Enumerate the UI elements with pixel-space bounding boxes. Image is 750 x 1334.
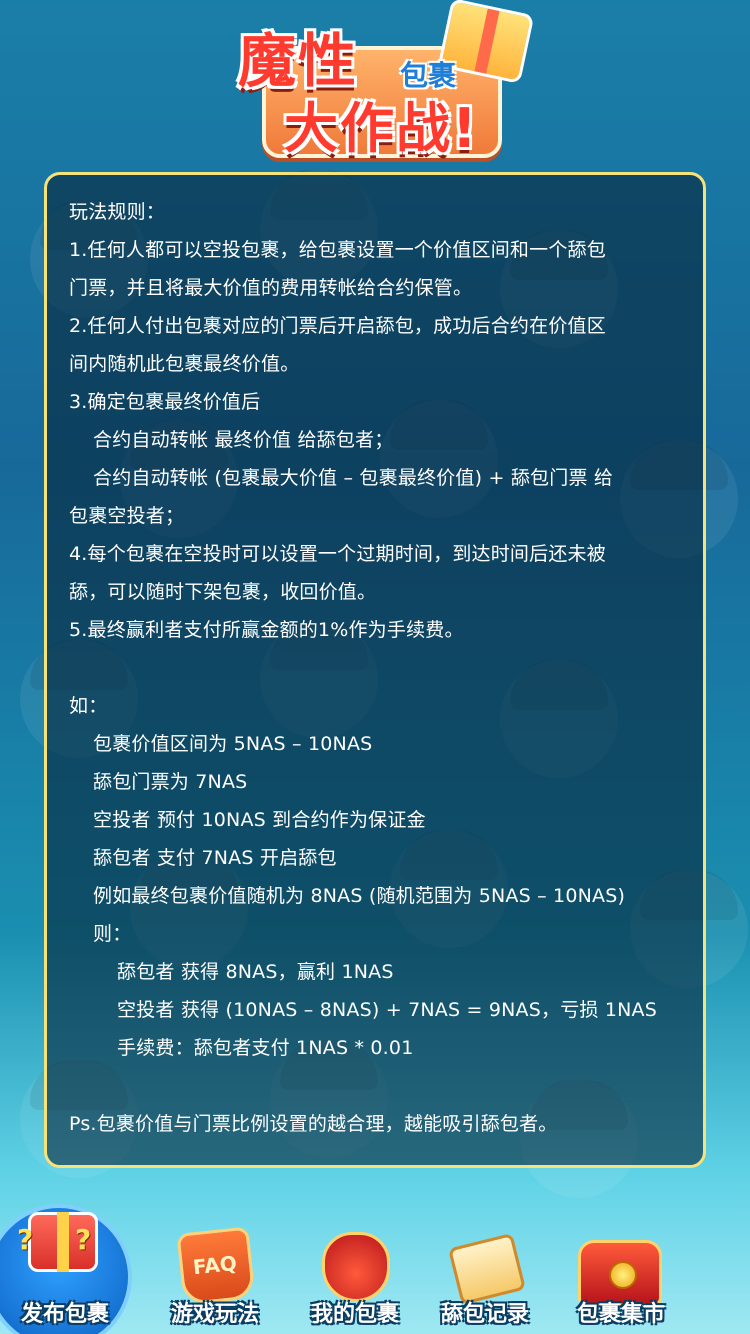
rules-line: 包裹空投者；	[69, 505, 185, 527]
rules-line: 舔包者 支付 7NAS 开启舔包	[93, 847, 337, 869]
lucky-bag-icon	[314, 1222, 394, 1302]
logo-title-second: 大作战!	[284, 97, 479, 160]
rules-line: 5.最终赢利者支付所赢金额的1%作为手续费。	[69, 619, 464, 641]
bottom-nav: ? ? 发布包裹 FAQ 游戏玩法 我的包裹 舔包记录 包裹集市	[0, 1196, 750, 1334]
rules-line: 间内随机此包裹最终价值。	[69, 353, 300, 375]
nav-label: 游戏玩法	[170, 1302, 259, 1327]
nav-package-market[interactable]: 包裹集市	[556, 1196, 686, 1334]
faq-flag-icon: FAQ	[176, 1226, 256, 1306]
rules-spacer	[69, 1067, 681, 1105]
rules-line: 合约自动转帐 最终价值 给舔包者；	[93, 429, 394, 451]
game-logo: 魔性 包裹 大作战!	[232, 0, 535, 162]
rules-line: 包裹价值区间为 5NAS – 10NAS	[93, 733, 373, 755]
rules-spacer	[69, 649, 681, 687]
rules-line: Ps.包裹价值与门票比例设置的越合理，越能吸引舔包者。	[69, 1113, 558, 1135]
rules-line: 舔包门票为 7NAS	[93, 771, 248, 793]
nav-lick-records[interactable]: 舔包记录	[420, 1196, 550, 1334]
rules-line: 空投者 获得 (10NAS – 8NAS) + 7NAS = 9NAS，亏损 1…	[117, 999, 658, 1021]
rules-line: 1.任何人都可以空投包裹，给包裹设置一个价值区间和一个舔包	[69, 239, 606, 261]
rules-line: 2.任何人付出包裹对应的门票后开启舔包，成功后合约在价值区	[69, 315, 606, 337]
rules-text: 玩法规则： 1.任何人都可以空投包裹，给包裹设置一个价值区间和一个舔包 门票，并且将…	[69, 193, 681, 1143]
nav-label: 发布包裹	[20, 1302, 109, 1327]
rules-line: 玩法规则：	[69, 201, 166, 223]
rules-line: 合约自动转帐 (包裹最大价值 – 包裹最终价值) + 舔包门票 给	[93, 467, 614, 489]
nav-publish-package[interactable]: ? ? 发布包裹	[0, 1196, 132, 1334]
rules-line: 空投者 预付 10NAS 到合约作为保证金	[93, 809, 426, 831]
nav-label: 舔包记录	[440, 1302, 529, 1327]
rules-panel: 玩法规则： 1.任何人都可以空投包裹，给包裹设置一个价值区间和一个舔包 门票，并且将…	[44, 172, 706, 1168]
rules-line: 如：	[69, 695, 108, 717]
gift-question-icon: ? ?	[17, 1212, 98, 1272]
nav-my-packages[interactable]: 我的包裹	[290, 1196, 420, 1334]
rules-line: 4.每个包裹在空投时可以设置一个过期时间，到达时间后还未被	[69, 543, 606, 565]
scroll-icon	[446, 1224, 527, 1306]
nav-game-rules[interactable]: FAQ 游戏玩法	[150, 1196, 280, 1334]
rules-line: 3.确定包裹最终价值后	[69, 391, 261, 413]
rules-line: 则：	[93, 923, 132, 945]
rules-line: 舔包者 获得 8NAS，赢利 1NAS	[117, 961, 394, 983]
treasure-chest-icon	[574, 1226, 666, 1306]
rules-line: 舔，可以随时下架包裹，收回价值。	[69, 581, 377, 603]
rules-line: 手续费：舔包者支付 1NAS * 0.01	[117, 1037, 414, 1059]
nav-label: 我的包裹	[310, 1302, 399, 1327]
rules-line: 例如最终包裹价值随机为 8NAS (随机范围为 5NAS – 10NAS)	[93, 885, 626, 907]
rules-line: 门票，并且将最大价值的费用转帐给合约保管。	[69, 277, 473, 299]
nav-label: 包裹集市	[576, 1302, 665, 1327]
